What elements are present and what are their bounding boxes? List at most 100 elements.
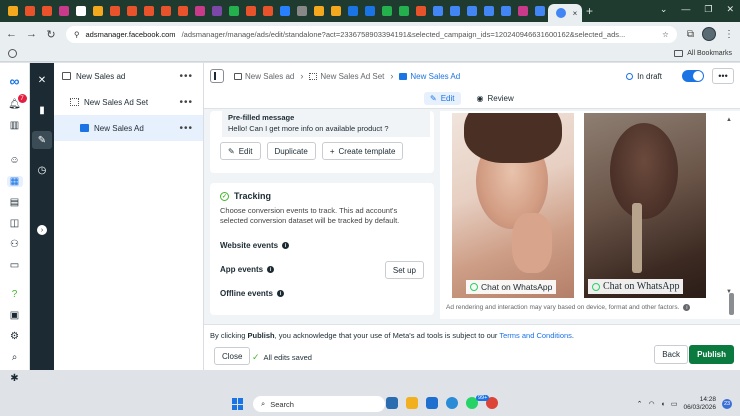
ad-on-off-toggle[interactable] xyxy=(682,70,704,82)
notifications-icon[interactable]: 🔔︎ 7 xyxy=(8,94,27,110)
close-button[interactable]: Close xyxy=(214,347,251,365)
tab-favicon[interactable] xyxy=(211,6,222,16)
settings-gear-icon[interactable]: ⚙ xyxy=(9,331,21,342)
tab-favicon[interactable] xyxy=(415,6,426,16)
overview-icon[interactable]: ▥ xyxy=(9,120,21,131)
meta-logo-icon[interactable]: ∞ xyxy=(10,73,20,89)
info-icon[interactable]: i xyxy=(683,304,691,311)
tab-favicon[interactable] xyxy=(24,6,35,16)
all-bookmarks[interactable]: All Bookmarks xyxy=(674,50,732,57)
url-field[interactable]: ⚲ adsmanager.facebook.com/adsmanager/man… xyxy=(66,25,677,43)
billing-icon[interactable]: ▭ xyxy=(9,260,21,271)
pages-icon[interactable]: ▤ xyxy=(9,197,21,208)
file-explorer-icon[interactable] xyxy=(406,397,418,409)
tab-favicon[interactable] xyxy=(449,6,460,16)
page-scrollbar-thumb[interactable] xyxy=(729,293,734,315)
active-tab[interactable]: × xyxy=(548,4,582,22)
reports-icon[interactable]: ◫ xyxy=(9,218,21,229)
duplicate-button[interactable]: Duplicate xyxy=(266,142,316,160)
close-editor-icon[interactable]: ✕ xyxy=(32,71,52,89)
store-icon[interactable] xyxy=(426,397,438,409)
tab-favicon[interactable] xyxy=(194,6,205,16)
news-icon[interactable]: ▣ xyxy=(9,310,21,321)
tab-favicon[interactable] xyxy=(296,6,307,16)
tab-favicon[interactable] xyxy=(279,6,290,16)
tree-item-adset[interactable]: New Sales Ad Set ••• xyxy=(54,89,203,115)
crumb-campaign[interactable]: New Sales ad xyxy=(234,72,294,81)
tab-favicon[interactable] xyxy=(41,6,52,16)
expand-chevron-icon[interactable]: › xyxy=(37,225,47,235)
tab-favicon[interactable] xyxy=(364,6,375,16)
tab-favicon[interactable] xyxy=(500,6,511,16)
volume-icon[interactable]: ◖ xyxy=(661,401,665,408)
tree-item-campaign[interactable]: New Sales ad ••• xyxy=(54,63,203,89)
more-options-icon[interactable]: ••• xyxy=(179,71,193,82)
tab-favicon[interactable] xyxy=(483,6,494,16)
info-icon[interactable]: i xyxy=(267,266,275,273)
new-tab-button[interactable]: + xyxy=(586,4,593,18)
close-window-icon[interactable]: ✕ xyxy=(726,4,734,15)
create-template-button[interactable]: + Create template xyxy=(321,142,404,160)
tree-item-ad[interactable]: New Sales Ad ••• xyxy=(54,115,203,141)
audiences-icon[interactable]: ⚇ xyxy=(9,239,21,250)
tab-favicon[interactable] xyxy=(177,6,188,16)
tab-favicon[interactable] xyxy=(75,6,86,16)
panel-toggle-icon[interactable] xyxy=(210,69,224,83)
tab-favicon[interactable] xyxy=(381,6,392,16)
tab-favicon[interactable] xyxy=(7,6,18,16)
tab-favicon[interactable] xyxy=(92,6,103,16)
tab-close-icon[interactable]: × xyxy=(573,9,578,18)
more-menu-button[interactable]: ••• xyxy=(712,68,734,84)
search-icon[interactable]: ⌕ xyxy=(9,352,21,363)
publish-button[interactable]: Publish xyxy=(689,345,734,364)
forward-arrow-icon[interactable]: → xyxy=(26,28,37,40)
chevron-up-icon[interactable]: ⌃ xyxy=(637,400,643,408)
account-icon[interactable]: ☺ xyxy=(9,155,21,166)
edit-pencil-icon[interactable]: ✎ xyxy=(32,131,52,149)
whatsapp-cta-2[interactable]: Chat on WhatsApp xyxy=(588,279,684,294)
tab-favicon[interactable] xyxy=(126,6,137,16)
tab-favicon[interactable] xyxy=(313,6,324,16)
tab-favicon[interactable] xyxy=(143,6,154,16)
tab-favicon[interactable] xyxy=(58,6,69,16)
tab-favicon[interactable] xyxy=(534,6,545,16)
tab-edit[interactable]: ✎ Edit xyxy=(424,92,461,105)
chevron-down-icon[interactable]: ⌄ xyxy=(660,4,668,15)
extensions-icon[interactable]: ⧉ xyxy=(687,29,694,40)
bug-icon[interactable]: ✱ xyxy=(9,373,21,384)
reload-icon[interactable]: ↻ xyxy=(46,28,56,41)
edge-icon[interactable] xyxy=(446,397,458,409)
tab-favicon[interactable] xyxy=(432,6,443,16)
tab-favicon[interactable] xyxy=(517,6,528,16)
crumb-adset[interactable]: New Sales Ad Set xyxy=(309,72,384,81)
tab-favicon[interactable] xyxy=(330,6,341,16)
edit-button[interactable]: ✎ Edit xyxy=(220,142,261,160)
info-icon[interactable]: i xyxy=(282,242,290,249)
terms-link[interactable]: Terms and Conditions xyxy=(499,331,572,340)
info-icon[interactable]: i xyxy=(276,290,284,297)
tab-favicon[interactable] xyxy=(160,6,171,16)
help-icon[interactable]: ? xyxy=(9,289,21,300)
back-button[interactable]: Back xyxy=(654,345,688,364)
profile-avatar[interactable] xyxy=(702,27,716,41)
tab-favicon[interactable] xyxy=(398,6,409,16)
globe-icon[interactable] xyxy=(8,49,17,58)
wifi-icon[interactable]: ◠ xyxy=(648,400,654,408)
tab-favicon[interactable] xyxy=(228,6,239,16)
minimize-icon[interactable]: — xyxy=(681,4,690,15)
tab-favicon[interactable] xyxy=(347,6,358,16)
back-arrow-icon[interactable]: ← xyxy=(6,28,17,40)
star-icon[interactable]: ☆ xyxy=(662,30,669,39)
history-icon[interactable]: ◷ xyxy=(32,161,52,179)
windows-start-icon[interactable] xyxy=(232,398,244,410)
crumb-ad[interactable]: New Sales Ad xyxy=(399,72,460,81)
site-info-icon[interactable]: ⚲ xyxy=(74,30,80,39)
scroll-up-icon[interactable]: ▲ xyxy=(726,117,732,123)
tab-favicon[interactable] xyxy=(109,6,120,16)
charts-icon[interactable]: ▮ xyxy=(32,101,52,119)
campaigns-icon[interactable]: ▦ xyxy=(6,176,23,187)
preview-scrollbar[interactable]: ▲ ▼ xyxy=(726,117,732,295)
ad-image-1[interactable]: Chat on WhatsApp xyxy=(452,113,574,298)
restore-icon[interactable]: ❐ xyxy=(704,4,712,15)
set-up-button[interactable]: Set up xyxy=(384,261,424,279)
